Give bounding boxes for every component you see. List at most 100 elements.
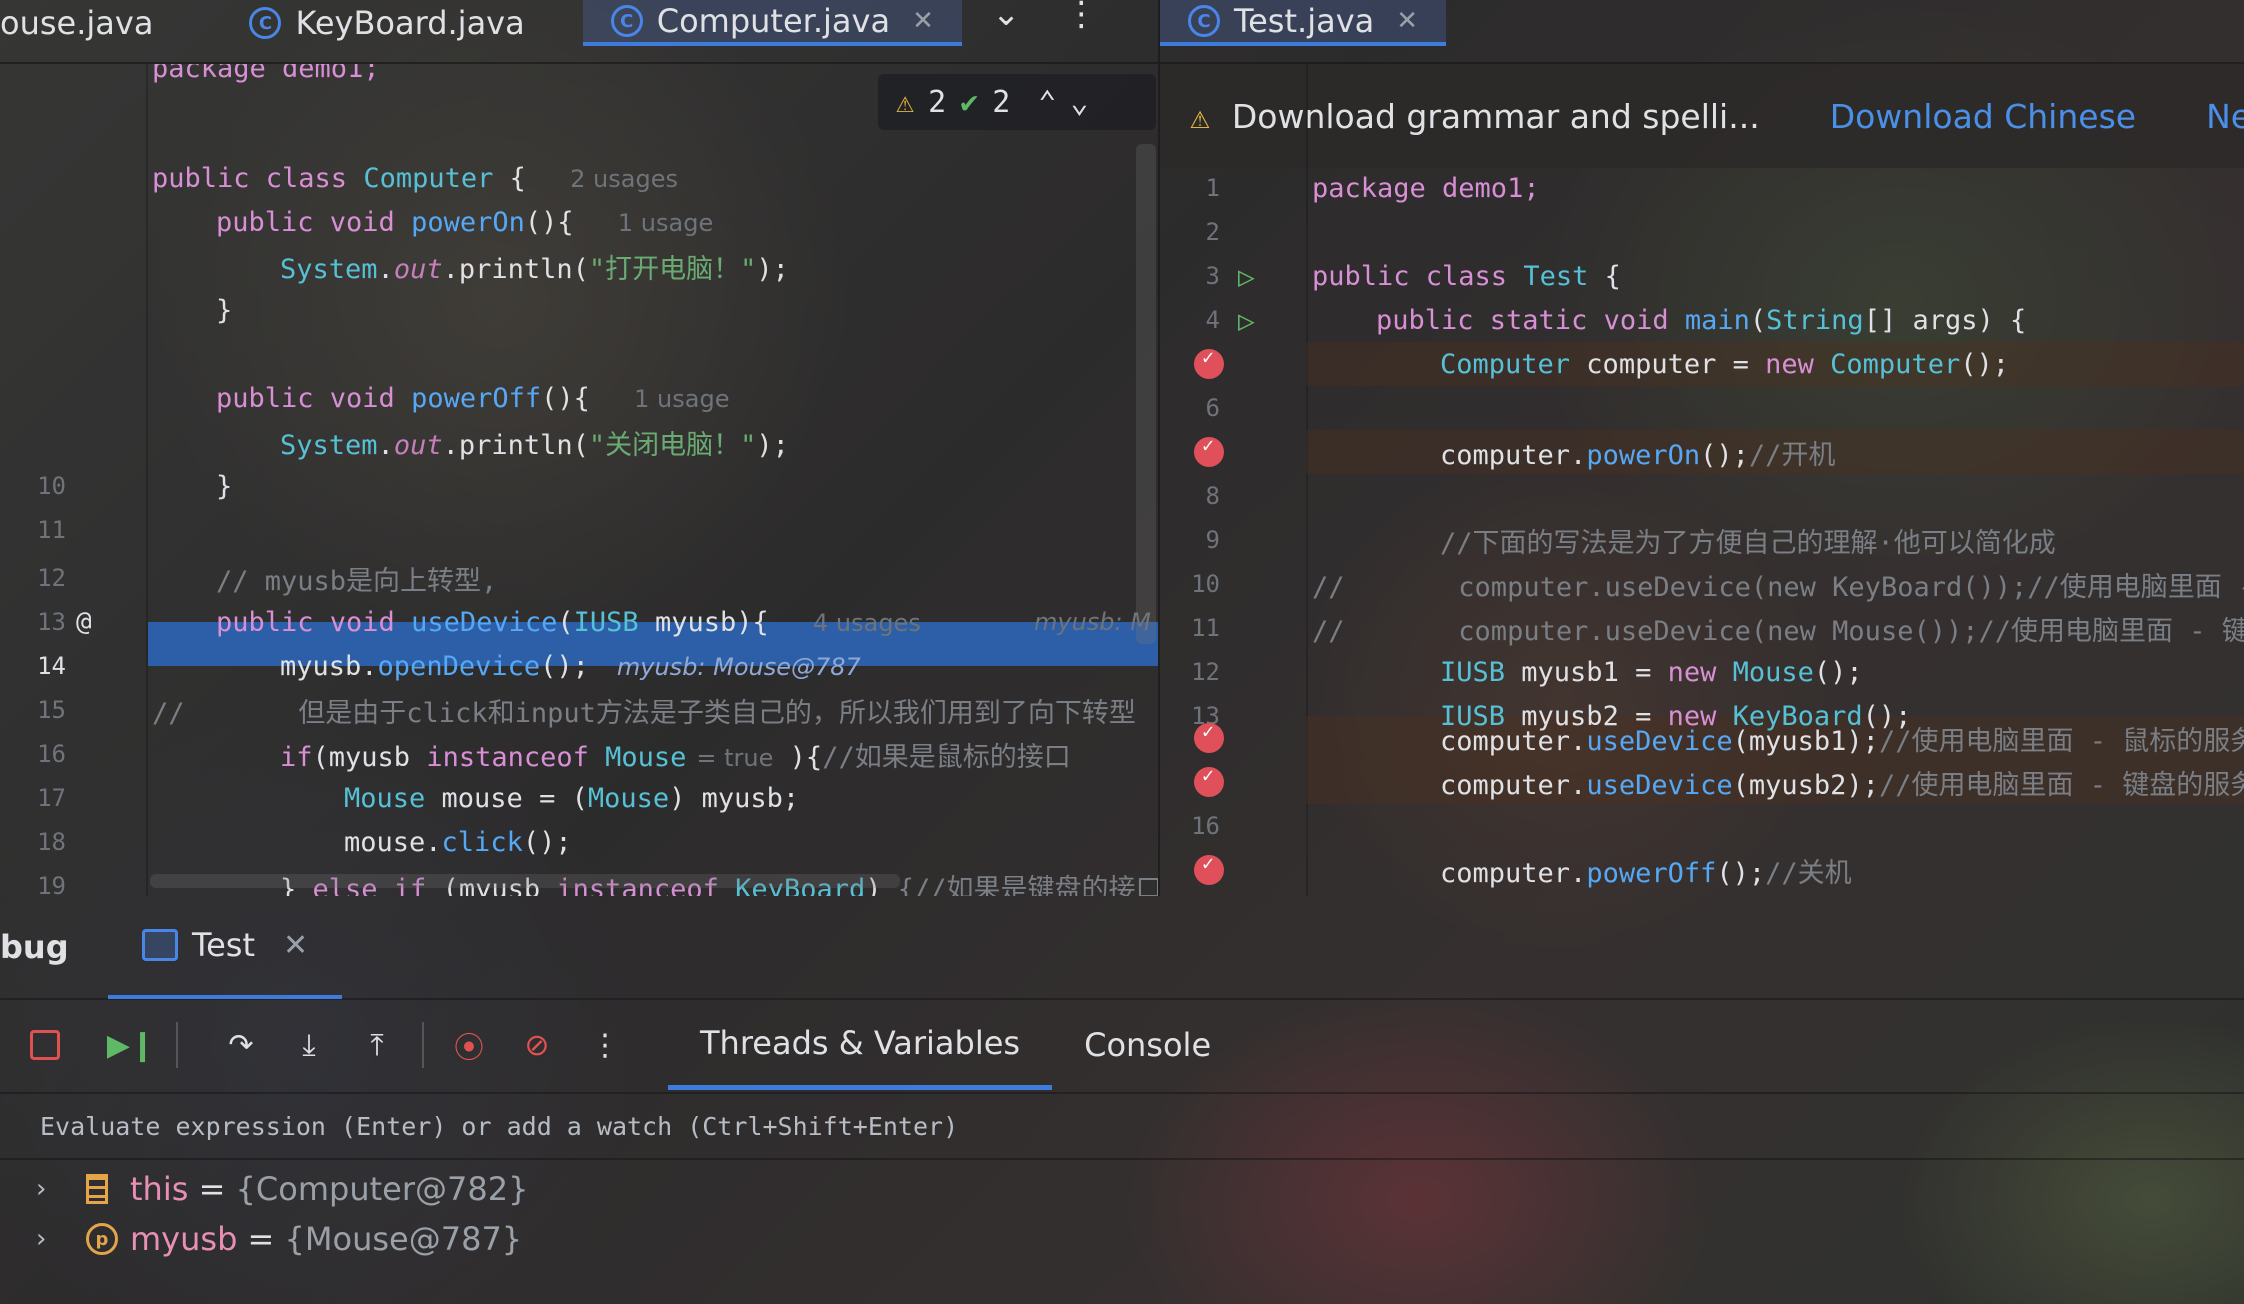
code-line: 14 myusb.openDevice(); myusb: Mouse@787 [0,644,1158,688]
computer-java-editor[interactable]: ⚠ 2 ✔ 2 ⌃ ⌄ package demo1; public class … [0,64,1158,896]
usage-hint[interactable]: 1 usage [634,385,729,413]
close-icon[interactable]: ✕ [1396,6,1418,36]
code-line: 11 [0,508,1158,552]
line-number: 18 [37,828,66,856]
implementation-marker-icon[interactable]: @ [76,607,92,637]
step-into-icon: ⤓ [302,1027,316,1063]
line-number: 14 [37,652,66,680]
code-comment: //使用电脑里面 - 鼠标的服务 [1878,725,2244,757]
variable-row[interactable]: › this = {Computer@782} [0,1164,2244,1214]
vertical-scrollbar[interactable] [1136,144,1156,644]
code-line: 6 [1160,386,2244,430]
variable-value: {Mouse@787} [284,1220,523,1258]
step-over-button[interactable]: ↷ [218,1022,264,1068]
code-line: 4 ▷ public static void main(String[] arg… [1160,298,2244,342]
usage-hint[interactable]: 1 usage [618,209,713,237]
tab-label: KeyBoard.java [295,4,525,42]
variable-value: {Computer@782} [235,1170,529,1208]
stop-button[interactable] [22,1022,68,1068]
tab-keyboard-java[interactable]: C KeyBoard.java [221,0,552,46]
string-literal: "关闭电脑！" [588,429,757,461]
chevron-right-icon[interactable]: › [36,1174,46,1204]
never-show-link[interactable]: Never s [2206,97,2244,136]
code-comment: //开机 [1748,439,1836,471]
line-number: 9 [1205,526,1220,554]
line-number: 11 [1191,614,1220,642]
code-line: 18 mouse.click(); [0,820,1158,864]
line-number: 16 [1191,812,1220,840]
class-icon: C [1188,5,1220,37]
breakpoints-icon: ⦿ [454,1031,484,1066]
step-out-icon: ⤒ [370,1027,384,1063]
evaluate-expression-input[interactable]: Evaluate expression (Enter) or add a wat… [0,1092,2244,1160]
close-icon[interactable]: ✕ [283,928,308,963]
debug-tool-window-header: bug Test ✕ [0,896,2244,1000]
code-comment: //使用电脑里面 - 键盘的服务 [1878,769,2244,801]
breakpoint-icon[interactable] [1194,719,1224,753]
code-line: 1 package demo1; [1160,166,2244,210]
chevron-right-icon[interactable]: › [36,1224,46,1254]
code-line: 12 // myusb是向上转型, [0,556,1158,600]
line-number: 19 [37,872,66,896]
code-line: 16 [1160,804,2244,848]
string-literal: "打开电脑！" [588,253,757,285]
more-icon: ⋮ [590,1027,620,1063]
code-line: package demo1; [0,64,1158,90]
session-label: Test [192,926,256,964]
line-number: 11 [37,516,66,544]
code-line: 3 ▷ public class Test { [1160,254,2244,298]
toolbar-separator [176,1022,178,1068]
chevron-down-icon[interactable]: ⌄ [992,0,1021,34]
breakpoint-icon[interactable] [1194,763,1224,797]
usage-hint[interactable]: 2 usages [570,165,678,193]
breakpoint-icon[interactable] [1194,345,1224,379]
code-line: 17 Mouse mouse = (Mouse) myusb; [0,776,1158,820]
code-line: 15 // 但是由于click和input方法是子类自己的，所以我们用到了向下转… [0,688,1158,732]
run-icon[interactable]: ▷ [1238,260,1255,293]
line-number: 12 [37,564,66,592]
test-java-editor[interactable]: ⚠ Download grammar and spelli... Downloa… [1160,64,2244,896]
breakpoint-icon[interactable] [1194,851,1224,885]
code-line: } [216,294,233,326]
subtab-label: Console [1084,1026,1212,1064]
debug-session-icon [142,929,178,961]
code-line: System.out.println("打开电脑！"); [280,253,789,285]
line-number: 15 [37,696,66,724]
usage-hint[interactable]: 4 usages [813,609,921,637]
step-over-icon: ↷ [228,1027,254,1063]
run-icon[interactable]: ▷ [1238,304,1255,337]
download-chinese-link[interactable]: Download Chinese [1830,97,2136,136]
tab-mouse-java[interactable]: ouse.java [0,0,181,46]
view-breakpoints-button[interactable]: ⦿ [446,1022,492,1068]
code-comment: //如果是鼠标的接口 [822,741,1071,773]
close-icon[interactable]: ✕ [912,6,934,36]
eval-placeholder: Evaluate expression (Enter) or add a wat… [40,1111,959,1141]
mute-breakpoints-button[interactable]: ⊘ [514,1022,560,1068]
debug-session-tab[interactable]: Test ✕ [108,895,343,999]
debug-toolbar: ▶❙ ↷ ⤓ ⤒ ⦿ ⊘ ⋮ Threads & Variables Conso… [0,1000,2244,1090]
code-line: 12 IUSB myusb1 = new Mouse(); [1160,650,2244,694]
tab-threads-variables[interactable]: Threads & Variables [668,1000,1053,1090]
line-number: 2 [1205,218,1220,246]
code-comment: // 但是由于click和input方法是子类自己的，所以我们用到了向下转型 [152,697,1136,729]
resume-button[interactable]: ▶❙ [107,1022,155,1068]
variable-row[interactable]: › p myusb = {Mouse@787} [0,1214,2244,1264]
line-number: 10 [1191,570,1220,598]
inline-debug-value: myusb: M [1034,608,1151,636]
step-out-button[interactable]: ⤒ [354,1022,400,1068]
tab-label: Test.java [1234,2,1375,40]
more-button[interactable]: ⋮ [582,1022,628,1068]
code-comment: // computer.useDevice(new KeyBoard());//… [1312,571,2244,603]
debug-title: bug [0,928,69,966]
more-icon[interactable]: ⋮ [1064,0,1098,34]
tab-console[interactable]: Console [1052,1000,1243,1090]
step-into-button[interactable]: ⤓ [286,1022,332,1068]
code-line: computer.useDevice(myusb1);//使用电脑里面 - 鼠标… [1160,716,2244,760]
notification-text: Download grammar and spelli... [1231,96,1760,136]
tab-computer-java[interactable]: C Computer.java ✕ [582,0,962,46]
code-comment: //下面的写法是为了方便自己的理解·他可以简化成 [1440,527,2056,559]
variable-name: this [130,1170,189,1208]
horizontal-scrollbar[interactable] [150,874,900,888]
tab-test-java[interactable]: C Test.java ✕ [1160,0,1447,46]
breakpoint-icon[interactable] [1194,433,1224,467]
